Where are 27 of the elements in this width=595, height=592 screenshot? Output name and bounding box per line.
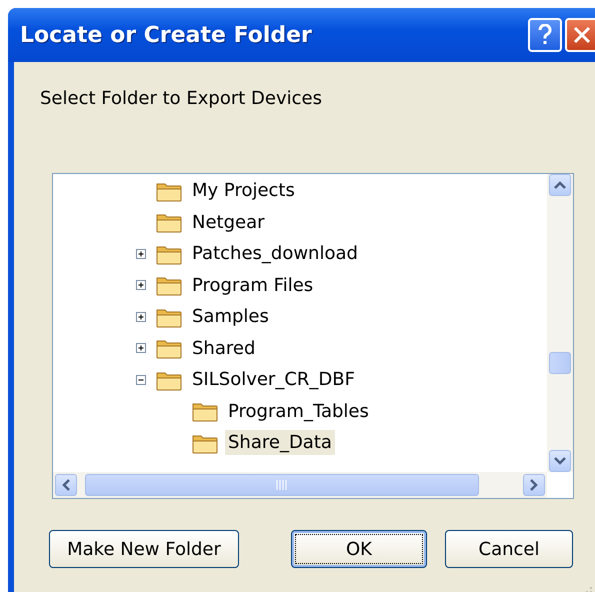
- scroll-right-button[interactable]: [523, 474, 545, 496]
- prompt-text: Select Folder to Export Devices: [40, 88, 322, 109]
- window-title: Locate or Create Folder: [20, 22, 312, 48]
- tree-item[interactable]: Program Files: [189, 272, 316, 298]
- dialog-button[interactable]: Cancel: [445, 530, 573, 568]
- horizontal-scrollbar[interactable]: [53, 472, 547, 498]
- vertical-scrollbar[interactable]: [547, 174, 573, 472]
- close-icon: [573, 26, 591, 44]
- scroll-left-button[interactable]: [55, 474, 77, 496]
- help-icon: [537, 24, 553, 46]
- tree-item[interactable]: Patches_download: [189, 241, 361, 266]
- tree-item[interactable]: Samples: [189, 304, 272, 330]
- scroll-thumb[interactable]: [549, 352, 571, 374]
- tree-item[interactable]: SILSolver_CR_DBF: [189, 367, 358, 392]
- scroll-thumb[interactable]: [85, 474, 479, 496]
- dialog-button[interactable]: OK: [291, 530, 427, 568]
- help-button[interactable]: [528, 18, 562, 52]
- tree-item[interactable]: Netgear: [189, 210, 268, 235]
- tree-item[interactable]: Shared: [189, 336, 258, 361]
- grip-icon: [276, 480, 288, 490]
- tree-item[interactable]: Share_Data: [225, 430, 335, 456]
- scroll-up-button[interactable]: [549, 174, 571, 196]
- tree-item[interactable]: Program_Tables: [225, 398, 372, 424]
- tree-item[interactable]: My Projects: [189, 178, 298, 204]
- scroll-down-button[interactable]: [549, 450, 571, 472]
- close-button[interactable]: [565, 18, 595, 52]
- dialog-button[interactable]: Make New Folder: [49, 530, 239, 568]
